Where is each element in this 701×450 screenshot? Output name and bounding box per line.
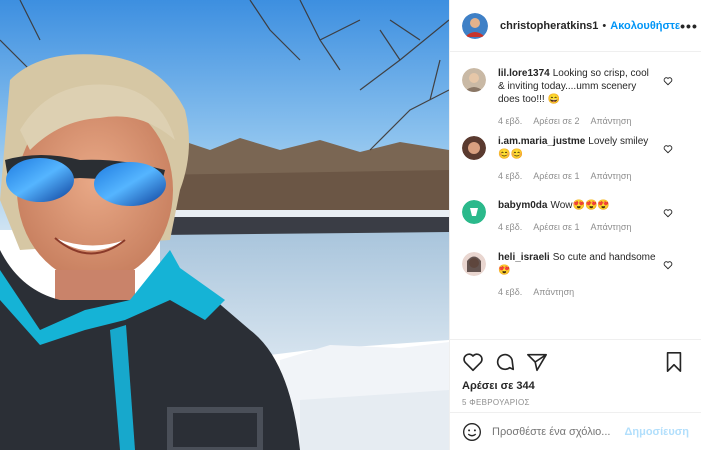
post-photo[interactable] [0, 0, 449, 450]
reply-button[interactable]: Απάντηση [591, 115, 632, 128]
share-icon[interactable] [526, 351, 548, 373]
post-actions: Αρέσει σε 344 5 ΦΕΒΡΟΥΑΡΙΟΣ [450, 339, 701, 407]
commenter-avatar[interactable] [462, 252, 486, 276]
post-header: christopheratkins1 • Ακολουθήστε ••• [450, 0, 701, 52]
comment-username[interactable]: heli_israeli [498, 252, 550, 263]
comment-time[interactable]: 4 εβδ. [498, 286, 522, 299]
more-options-icon[interactable]: ••• [680, 18, 698, 34]
comment-icon[interactable] [494, 351, 516, 373]
comment-item: i.am.maria_justme Lovely smiley 😊😊 4 εβδ.… [462, 135, 689, 199]
reply-button[interactable]: Απάντηση [591, 170, 632, 183]
heart-icon[interactable] [462, 351, 484, 373]
like-comment-icon[interactable] [663, 144, 673, 154]
commenter-avatar[interactable] [462, 68, 486, 92]
like-comment-icon[interactable] [663, 76, 673, 86]
commenter-avatar[interactable] [462, 200, 486, 224]
comment-text: Wow😍😍😍 [550, 200, 610, 211]
like-comment-icon[interactable] [663, 208, 673, 218]
comments-list[interactable]: lil.lore1374 Looking so crisp, cool & inv… [450, 53, 701, 338]
follow-button[interactable]: Ακολουθήστε [610, 20, 680, 32]
comment-item: babym0da Wow😍😍😍 4 εβδ. Αρέσει σε 1 Απάντη… [462, 199, 689, 251]
add-comment-bar: Δημοσίευση [450, 412, 701, 450]
comment-likes[interactable]: Αρέσει σε 1 [533, 170, 579, 183]
comment-time[interactable]: 4 εβδ. [498, 221, 522, 234]
comment-likes[interactable]: Αρέσει σε 2 [533, 115, 579, 128]
post-side-panel: christopheratkins1 • Ακολουθήστε ••• lil… [449, 0, 701, 450]
separator-dot: • [602, 19, 607, 32]
emoji-icon[interactable] [462, 422, 482, 442]
comment-time[interactable]: 4 εβδ. [498, 170, 522, 183]
comment-likes[interactable]: Αρέσει σε 1 [533, 221, 579, 234]
reply-button[interactable]: Απάντηση [591, 221, 632, 234]
post-date[interactable]: 5 ΦΕΒΡΟΥΑΡΙΟΣ [462, 398, 689, 407]
like-comment-icon[interactable] [663, 260, 673, 270]
bookmark-icon[interactable] [663, 351, 685, 373]
comment-username[interactable]: babym0da [498, 200, 547, 211]
author-avatar[interactable] [462, 12, 488, 39]
post-comment-button[interactable]: Δημοσίευση [624, 426, 689, 438]
comment-item: heli_israeli So cute and handsome 😍 4 εβδ… [462, 251, 689, 319]
comment-time[interactable]: 4 εβδ. [498, 115, 522, 128]
comment-username[interactable]: lil.lore1374 [498, 68, 550, 79]
likes-count[interactable]: Αρέσει σε 344 [462, 380, 689, 392]
comment-input[interactable] [492, 425, 622, 438]
commenter-avatar[interactable] [462, 136, 486, 160]
reply-button[interactable]: Απάντηση [533, 286, 574, 299]
author-username[interactable]: christopheratkins1 [500, 20, 598, 32]
comment-item: lil.lore1374 Looking so crisp, cool & inv… [462, 67, 689, 135]
comment-username[interactable]: i.am.maria_justme [498, 136, 585, 147]
